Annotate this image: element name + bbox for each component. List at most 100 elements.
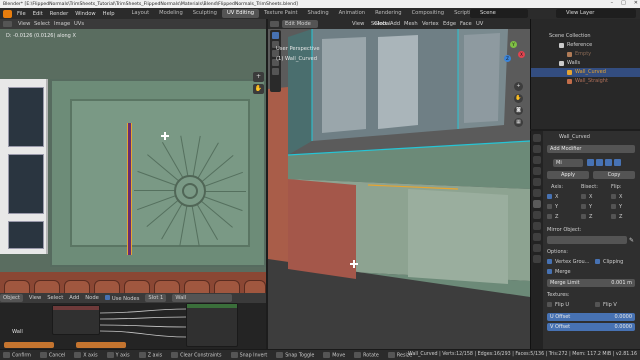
clipping-checkbox[interactable] [595, 259, 600, 264]
material-name-field[interactable]: Wall [172, 294, 233, 302]
merge-checkbox[interactable] [547, 269, 552, 274]
gizmo-y-axis[interactable]: Y [510, 41, 517, 48]
particles-tab-icon[interactable] [533, 211, 541, 219]
outliner-row[interactable]: Wall_Straight [531, 77, 640, 86]
pan-hand-icon[interactable]: ✋ [514, 94, 523, 103]
flip-z-checkbox[interactable] [611, 214, 616, 219]
constraints-tab-icon[interactable] [533, 233, 541, 241]
navigation-gizmo[interactable]: X Y Z [500, 41, 526, 67]
axis-x-checkbox[interactable] [547, 194, 552, 199]
uv-editor-view[interactable]: + ✋ [0, 29, 266, 293]
node-menu-select[interactable]: Select [47, 295, 63, 301]
gizmo-x-axis[interactable]: X [518, 51, 525, 58]
tab-modeling[interactable]: Modeling [154, 9, 188, 18]
bisect-x-row[interactable]: X [581, 194, 592, 200]
outliner-row[interactable]: Reference [531, 41, 640, 50]
menu-render[interactable]: Render [50, 11, 68, 17]
outliner-row[interactable]: Walls [531, 59, 640, 68]
flip-y-checkbox[interactable] [611, 204, 616, 209]
tab-uv-editing[interactable]: UV Editing [221, 9, 260, 18]
menu-edit[interactable]: Edit [33, 11, 43, 17]
vp-menu-view[interactable]: View [352, 21, 364, 27]
tab-animation[interactable]: Animation [334, 9, 370, 18]
outliner-scene-collection[interactable]: Scene Collection [531, 32, 640, 41]
object-tab-icon[interactable] [533, 189, 541, 197]
output-tab-icon[interactable] [533, 156, 541, 164]
uv-menu-view[interactable]: View [18, 21, 30, 27]
vp-menu-mesh[interactable]: Mesh [404, 21, 418, 27]
clipping-row[interactable]: Clipping [595, 259, 623, 265]
cage-toggle-icon[interactable] [614, 159, 621, 166]
image-node-bar[interactable] [76, 342, 126, 348]
world-tab-icon[interactable] [533, 178, 541, 186]
u-offset-field[interactable]: U Offset 0.0000 [547, 313, 635, 321]
3d-viewport[interactable] [268, 29, 530, 349]
selected-uv-island[interactable] [127, 123, 132, 255]
modifier-name-field[interactable]: Mi [553, 159, 583, 167]
tool-tab-icon[interactable] [533, 134, 541, 142]
bisect-z-row[interactable]: Z [581, 214, 592, 220]
scale-tool-icon[interactable] [272, 68, 279, 75]
data-tab-icon[interactable] [533, 244, 541, 252]
tab-rendering[interactable]: Rendering [370, 9, 407, 18]
flip-x-row[interactable]: X [611, 194, 622, 200]
flip-u-row[interactable]: Flip U [547, 302, 569, 308]
copy-button[interactable]: Copy [593, 171, 635, 179]
merge-limit-field[interactable]: Merge Limit 0.001 m [547, 279, 635, 287]
uv-menu-image[interactable]: Image [54, 21, 70, 27]
pan-hand-icon[interactable]: ✋ [253, 84, 264, 94]
axis-z-row[interactable]: Z [547, 214, 558, 220]
view-layer-selector[interactable]: View Layer [556, 9, 636, 18]
viewport-editor-type-icon[interactable] [270, 21, 279, 27]
blender-logo-icon[interactable] [3, 9, 12, 18]
modifier-tab-icon[interactable] [533, 200, 541, 208]
tab-compositing[interactable]: Compositing [407, 9, 450, 18]
vp-menu-vertex[interactable]: Vertex [422, 21, 439, 27]
zoom-icon[interactable]: + [253, 72, 264, 82]
flip-x-checkbox[interactable] [611, 194, 616, 199]
grid-icon[interactable]: ▦ [514, 118, 523, 127]
tab-sculpting[interactable]: Sculpting [188, 9, 222, 18]
gizmo-z-axis[interactable]: Z [504, 55, 511, 62]
vp-menu-face[interactable]: Face [460, 21, 472, 27]
axis-x-row[interactable]: X [547, 194, 558, 200]
material-tab-icon[interactable] [533, 255, 541, 263]
vp-menu-edge[interactable]: Edge [443, 21, 456, 27]
vp-menu-uv[interactable]: UV [476, 21, 483, 27]
axis-y-checkbox[interactable] [547, 204, 552, 209]
camera-icon[interactable]: ◙ [514, 106, 523, 115]
bisect-x-checkbox[interactable] [581, 194, 586, 199]
flip-u-checkbox[interactable] [547, 302, 552, 307]
viewport-toggle-icon[interactable] [596, 159, 603, 166]
flip-v-checkbox[interactable] [595, 302, 600, 307]
tab-texture-paint[interactable]: Texture Paint [259, 9, 302, 18]
physics-tab-icon[interactable] [533, 222, 541, 230]
node-menu-add[interactable]: Add [69, 295, 79, 301]
menu-help[interactable]: Help [103, 11, 115, 17]
outliner-row[interactable]: Empty [531, 50, 640, 59]
vertex-groups-row[interactable]: Vertex Grou... [547, 259, 589, 265]
transform-orientation-dropdown[interactable]: Global [374, 21, 391, 27]
flip-z-row[interactable]: Z [611, 214, 622, 220]
mirror-object-field[interactable] [547, 236, 627, 244]
flip-v-row[interactable]: Flip V [595, 302, 617, 308]
close-icon[interactable]: ✕ [634, 0, 638, 6]
render-toggle-icon[interactable] [605, 159, 612, 166]
node-menu-node[interactable]: Node [85, 295, 99, 301]
zoom-icon[interactable]: + [514, 82, 523, 91]
render-tab-icon[interactable] [533, 145, 541, 153]
material-slot-dropdown[interactable]: Slot 1 [145, 294, 167, 302]
minimize-icon[interactable]: – [611, 0, 614, 6]
mode-dropdown[interactable]: Edit Mode [282, 20, 318, 28]
node-menu-view[interactable]: View [29, 295, 41, 301]
vertex-groups-checkbox[interactable] [547, 259, 552, 264]
editmode-toggle-icon[interactable] [587, 159, 594, 166]
scene-selector[interactable]: Scene [470, 9, 528, 18]
menu-file[interactable]: File [17, 11, 26, 17]
tab-layout[interactable]: Layout [127, 9, 155, 18]
outliner-row-selected[interactable]: Wall_Curved [531, 68, 640, 77]
apply-button[interactable]: Apply [547, 171, 589, 179]
uv-editor-type-icon[interactable] [3, 21, 12, 27]
maximize-icon[interactable]: □ [621, 0, 626, 6]
menu-window[interactable]: Window [75, 11, 95, 17]
